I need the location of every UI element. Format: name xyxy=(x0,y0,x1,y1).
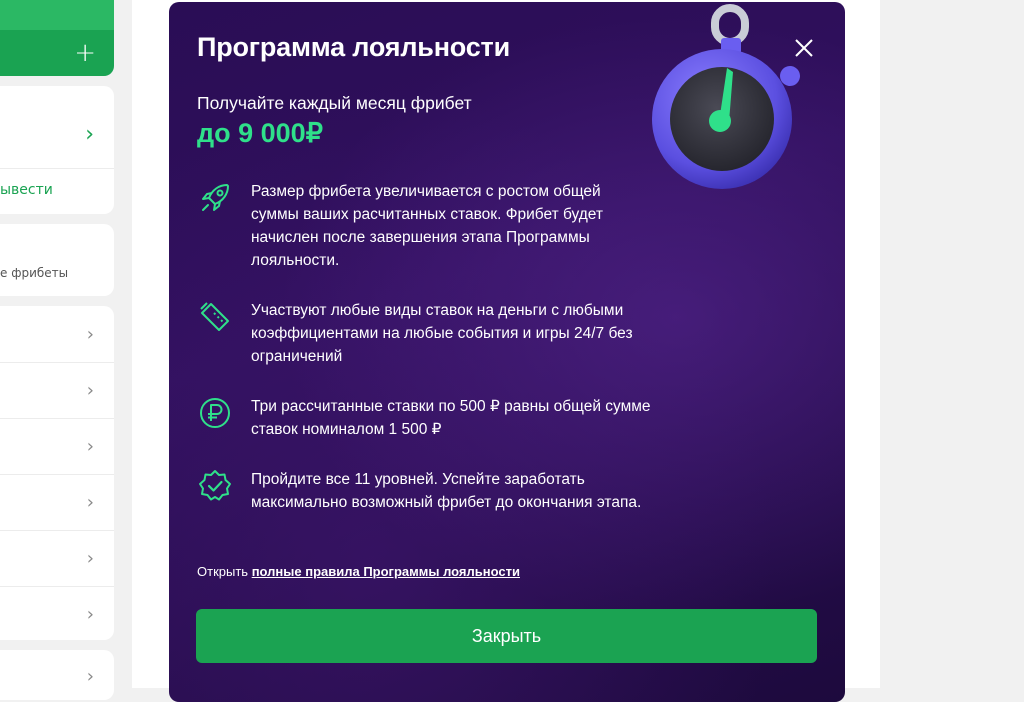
rocket-icon xyxy=(202,184,229,211)
feature-text: Пройдите все 11 уровней. Успейте заработ… xyxy=(251,471,642,511)
freebets-card[interactable]: е фрибеты xyxy=(0,224,114,296)
close-button[interactable]: Закрыть xyxy=(196,609,817,663)
menu-item[interactable]: › xyxy=(0,362,114,419)
chevron-right-icon: › xyxy=(86,548,94,569)
ruble-coin-icon xyxy=(200,398,230,428)
plus-icon[interactable]: + xyxy=(74,40,96,66)
menu-item[interactable]: › xyxy=(0,418,114,475)
menu-card-bottom[interactable]: › xyxy=(0,650,114,700)
loyalty-program-modal: Программа лояльности Получайте каждый ме… xyxy=(169,2,845,702)
feature-item: Участвуют любые виды ставок на деньги с … xyxy=(197,299,667,371)
deposit-card[interactable]: + xyxy=(0,0,114,76)
rules-line: Открыть полные правила Программы лояльно… xyxy=(197,564,520,579)
balance-card: › ывести xyxy=(0,86,114,214)
chevron-right-icon: › xyxy=(86,380,94,401)
divider xyxy=(0,168,114,169)
modal-subtitle: Получайте каждый месяц фрибет xyxy=(197,93,472,113)
withdraw-link[interactable]: ывести xyxy=(0,182,53,198)
freebets-label: е фрибеты xyxy=(0,266,69,280)
close-icon[interactable] xyxy=(789,33,819,63)
freebet-amount: до 9 000₽ xyxy=(197,118,323,148)
menu-item[interactable]: › xyxy=(0,530,114,587)
feature-text: Участвуют любые виды ставок на деньги с … xyxy=(251,302,633,365)
feature-item: Размер фрибета увеличивается с ростом об… xyxy=(197,180,667,276)
chevron-right-icon: › xyxy=(86,492,94,513)
left-sidebar: + › ывести е фрибеты › › › › › › › xyxy=(0,0,118,700)
rules-link[interactable]: полные правила Программы лояльности xyxy=(252,564,520,579)
feature-item: Три рассчитанные ставки по 500 ₽ равны о… xyxy=(197,395,667,443)
chevron-right-icon: › xyxy=(86,604,94,625)
chevron-right-icon: › xyxy=(86,666,94,687)
rules-prefix: Открыть xyxy=(197,564,249,579)
chevron-right-icon: › xyxy=(86,324,94,345)
deposit-card-band xyxy=(0,0,114,30)
menu-item[interactable]: › xyxy=(0,306,114,363)
feature-text: Три рассчитанные ставки по 500 ₽ равны о… xyxy=(251,398,651,438)
ticket-icon xyxy=(200,302,229,331)
modal-title: Программа лояльности xyxy=(197,32,510,62)
stopwatch-icon xyxy=(652,4,800,189)
menu-item[interactable]: › xyxy=(0,474,114,531)
menu-item[interactable]: › xyxy=(0,586,114,642)
feature-text: Размер фрибета увеличивается с ростом об… xyxy=(251,183,603,269)
menu-card: › › › › › › xyxy=(0,306,114,640)
chevron-right-icon: › xyxy=(86,436,94,457)
verified-badge-icon xyxy=(199,470,231,501)
chevron-right-icon[interactable]: › xyxy=(85,122,94,147)
feature-item: Пройдите все 11 уровней. Успейте заработ… xyxy=(197,468,667,540)
